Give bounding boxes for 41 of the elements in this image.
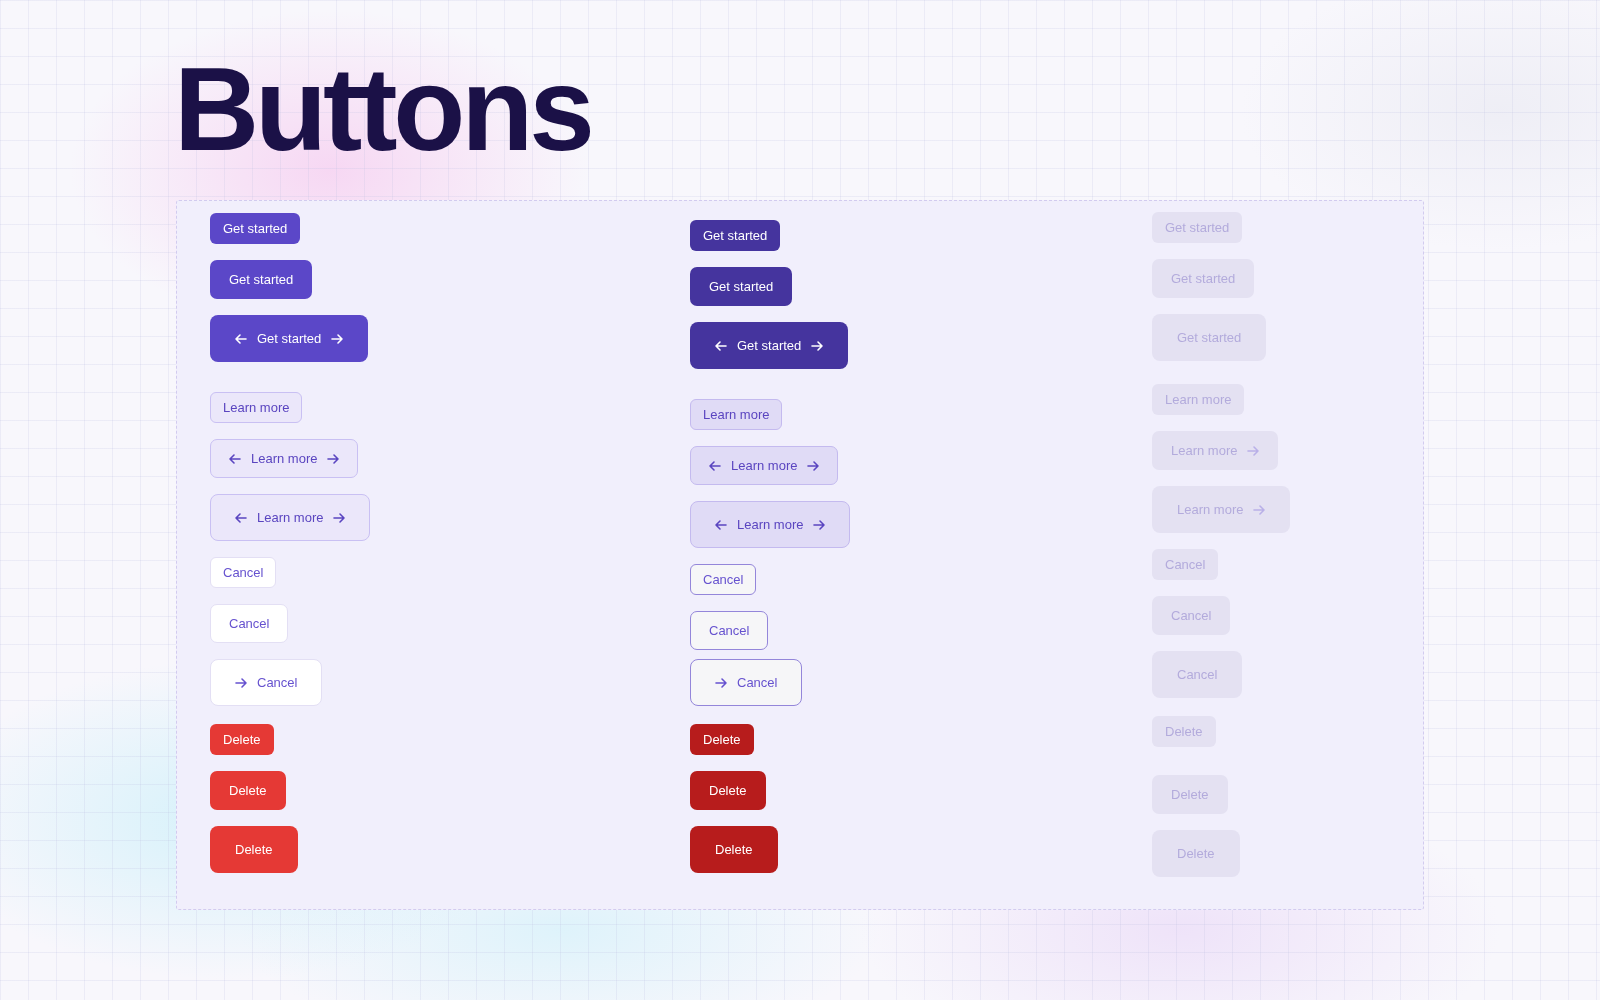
outline-button[interactable]: Cancel: [210, 557, 277, 588]
arrow-right-icon: [1253, 504, 1266, 515]
primary-button[interactable]: Get started: [210, 260, 313, 299]
arrow-left-icon: [229, 453, 241, 464]
page-title: Buttons: [174, 50, 591, 170]
arrow-right-icon: [811, 340, 824, 351]
secondary-button[interactable]: Learn more: [690, 501, 851, 548]
outline-button[interactable]: Cancel: [690, 611, 769, 650]
outline-button[interactable]: Cancel: [210, 659, 323, 706]
arrow-left-icon: [715, 519, 727, 530]
secondary-button[interactable]: Learn more: [210, 439, 359, 478]
arrow-right-icon: [807, 460, 820, 471]
arrow-left-icon: [709, 460, 721, 471]
primary-button[interactable]: Get started: [690, 267, 793, 306]
danger-button[interactable]: Delete: [210, 771, 286, 810]
arrow-right-icon: [327, 453, 340, 464]
outline-button[interactable]: Cancel: [210, 604, 289, 643]
primary-button[interactable]: Get started: [690, 220, 781, 251]
arrow-left-icon: [235, 333, 247, 344]
arrow-right-icon: [1247, 445, 1260, 456]
arrow-right-icon: [333, 512, 346, 523]
arrow-right-icon: [235, 677, 247, 688]
danger-button[interactable]: Delete: [210, 724, 274, 755]
danger-button[interactable]: Delete: [690, 724, 754, 755]
primary-button[interactable]: Get started: [690, 322, 849, 369]
outline-button[interactable]: Cancel: [690, 564, 757, 595]
secondary-button[interactable]: Learn more: [690, 399, 783, 430]
arrow-right-icon: [813, 519, 826, 530]
outline-button[interactable]: Cancel: [690, 659, 803, 706]
secondary-button[interactable]: Learn more: [690, 446, 839, 485]
arrow-right-icon: [331, 333, 344, 344]
danger-button[interactable]: Delete: [690, 826, 778, 873]
secondary-button[interactable]: Learn more: [210, 494, 371, 541]
primary-button[interactable]: Get started: [210, 315, 369, 362]
arrow-right-icon: [715, 677, 727, 688]
primary-button[interactable]: Get started: [210, 213, 301, 244]
danger-button[interactable]: Delete: [210, 826, 298, 873]
arrow-left-icon: [715, 340, 727, 351]
arrow-left-icon: [235, 512, 247, 523]
danger-button[interactable]: Delete: [690, 771, 766, 810]
secondary-button[interactable]: Learn more: [210, 392, 303, 423]
